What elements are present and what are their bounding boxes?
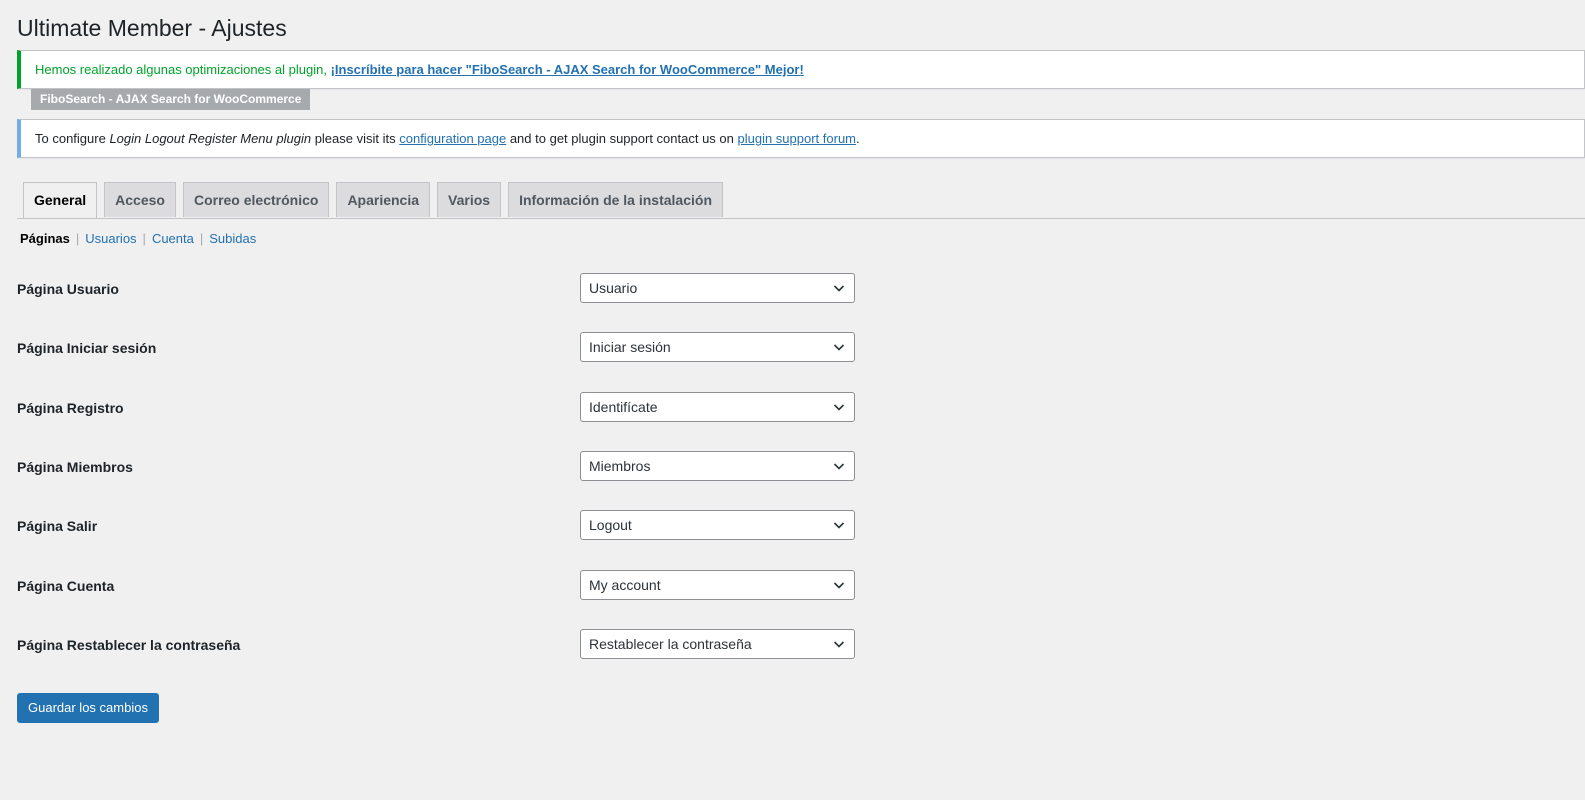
sub-navigation: Páginas | Usuarios | Cuenta | Subidas	[20, 230, 256, 248]
field-row-salir: Página Salir Logout	[17, 510, 857, 540]
fibosearch-plugin-tag: FiboSearch - AJAX Search for WooCommerce	[31, 89, 311, 110]
plugin-support-forum-link[interactable]: plugin support forum	[738, 131, 857, 146]
field-label: Página Iniciar sesión	[17, 340, 157, 356]
subnav-separator: |	[75, 231, 80, 246]
field-label: Página Registro	[17, 400, 124, 416]
tab-varios[interactable]: Varios	[437, 182, 502, 217]
field-label: Página Miembros	[17, 459, 133, 475]
field-label: Página Cuenta	[17, 578, 115, 594]
chevron-down-icon	[833, 582, 845, 589]
info-text-2: please visit its	[311, 131, 400, 146]
field-row-restablecer: Página Restablecer la contraseña Restabl…	[17, 629, 857, 659]
page-registro-select[interactable]: Identifícate	[580, 392, 855, 422]
success-notice: Hemos realizado algunas optimizaciones a…	[17, 50, 1585, 89]
info-plugin-name: Login Logout Register Menu plugin	[109, 131, 312, 146]
select-value: Miembros	[589, 458, 651, 474]
select-value: Logout	[589, 517, 632, 533]
tab-informacion-instalacion[interactable]: Información de la instalación	[508, 182, 723, 217]
chevron-down-icon	[833, 344, 845, 351]
info-notice: To configure Login Logout Register Menu …	[17, 119, 1585, 158]
chevron-down-icon	[833, 285, 845, 292]
configuration-page-link[interactable]: configuration page	[399, 131, 506, 146]
select-value: Identifícate	[589, 399, 658, 415]
info-text-3: and to get plugin support contact us on	[506, 131, 738, 146]
subnav-usuarios[interactable]: Usuarios	[85, 231, 136, 246]
field-label: Página Salir	[17, 518, 98, 534]
field-row-registro: Página Registro Identifícate	[17, 392, 857, 422]
page-restablecer-select[interactable]: Restablecer la contraseña	[580, 629, 855, 659]
field-row-iniciar-sesion: Página Iniciar sesión Iniciar sesión	[17, 332, 857, 362]
select-value: My account	[589, 577, 661, 593]
field-row-miembros: Página Miembros Miembros	[17, 451, 857, 481]
settings-tabs: General Acceso Correo electrónico Aparie…	[17, 182, 1585, 219]
field-row-cuenta: Página Cuenta My account	[17, 570, 857, 600]
page-miembros-select[interactable]: Miembros	[580, 451, 855, 481]
subnav-cuenta[interactable]: Cuenta	[152, 231, 194, 246]
subnav-paginas[interactable]: Páginas	[20, 231, 70, 246]
subnav-separator: |	[199, 231, 204, 246]
page-salir-select[interactable]: Logout	[580, 510, 855, 540]
page-iniciar-sesion-select[interactable]: Iniciar sesión	[580, 332, 855, 362]
tab-correo-electronico[interactable]: Correo electrónico	[182, 182, 330, 217]
subnav-subidas[interactable]: Subidas	[209, 231, 256, 246]
page-cuenta-select[interactable]: My account	[580, 570, 855, 600]
chevron-down-icon	[833, 463, 845, 470]
chevron-down-icon	[833, 522, 845, 529]
info-text-4: .	[856, 131, 860, 146]
chevron-down-icon	[833, 641, 845, 648]
field-label: Página Restablecer la contraseña	[17, 637, 241, 653]
field-label: Página Usuario	[17, 281, 119, 297]
success-notice-text: Hemos realizado algunas optimizaciones a…	[35, 62, 331, 77]
page-usuario-select[interactable]: Usuario	[580, 273, 855, 303]
subnav-separator: |	[142, 231, 146, 246]
tab-general[interactable]: General	[23, 182, 98, 218]
select-value: Restablecer la contraseña	[589, 636, 752, 652]
tab-apariencia[interactable]: Apariencia	[336, 182, 431, 217]
field-row-usuario: Página Usuario Usuario	[17, 273, 857, 303]
info-text-1: To configure	[35, 131, 110, 146]
select-value: Iniciar sesión	[589, 339, 671, 355]
chevron-down-icon	[833, 404, 845, 411]
select-value: Usuario	[589, 280, 638, 296]
save-changes-button[interactable]: Guardar los cambios	[17, 693, 159, 723]
fibosearch-signup-link[interactable]: ¡Inscríbite para hacer "FiboSearch - AJA…	[331, 62, 804, 77]
page-title: Ultimate Member - Ajustes	[17, 15, 287, 41]
settings-page: Ultimate Member - Ajustes Hemos realizad…	[0, 0, 1585, 800]
tab-acceso[interactable]: Acceso	[104, 182, 176, 217]
